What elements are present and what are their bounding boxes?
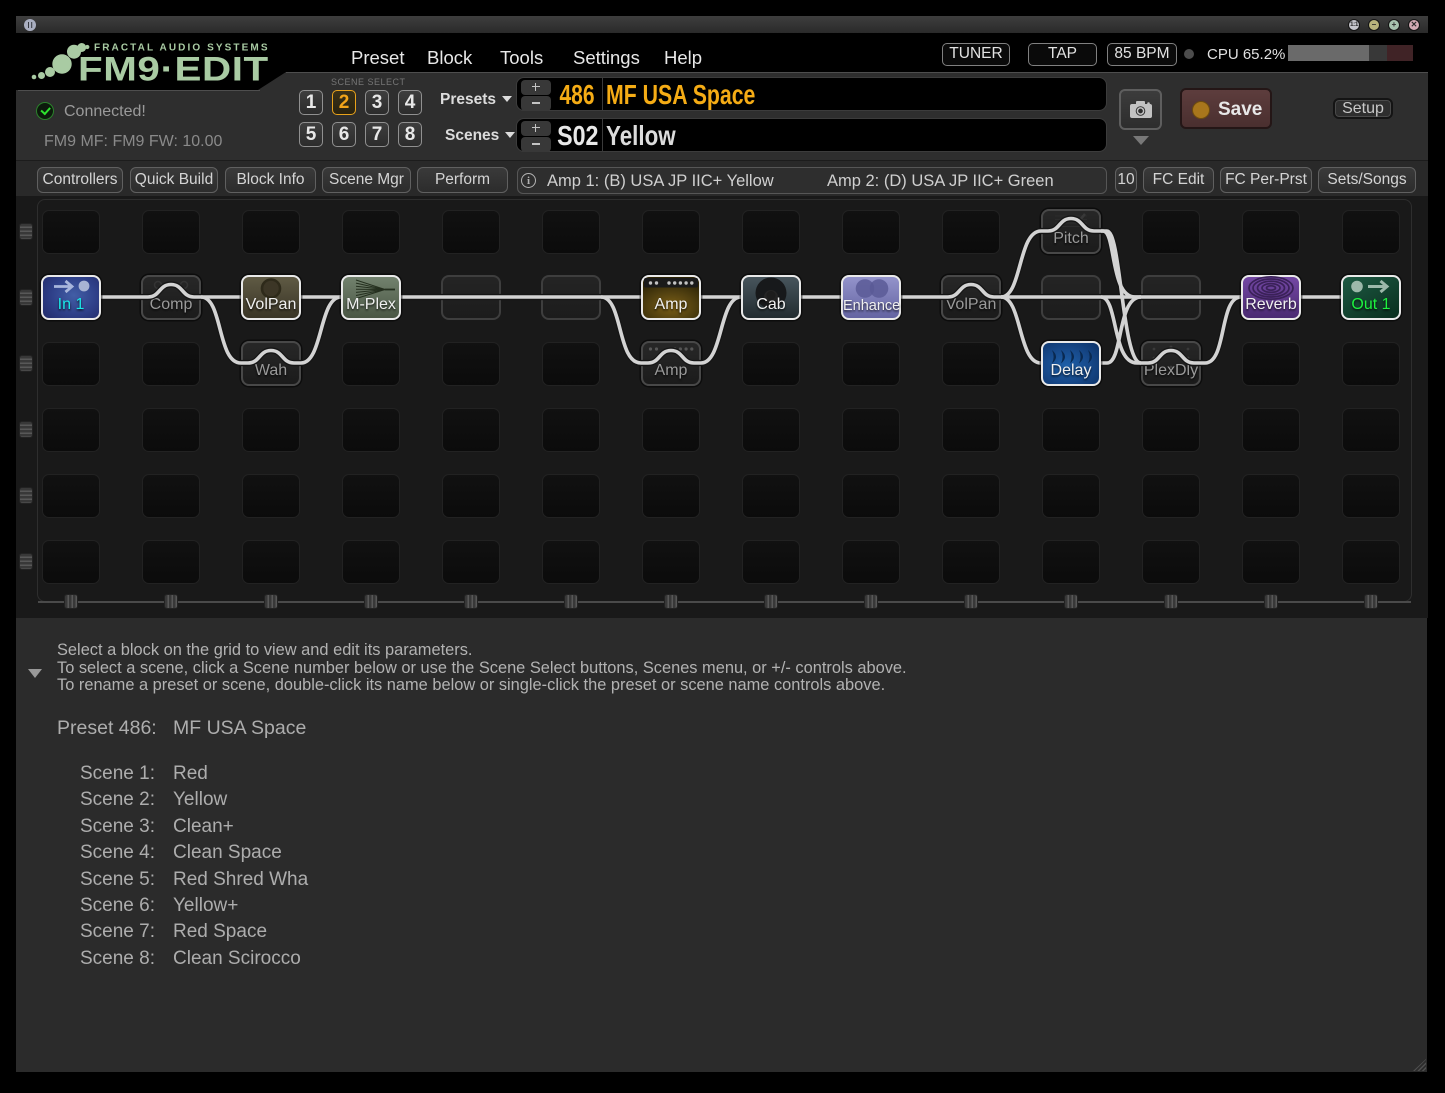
svg-text:FM9·EDIT: FM9·EDIT	[78, 49, 269, 88]
